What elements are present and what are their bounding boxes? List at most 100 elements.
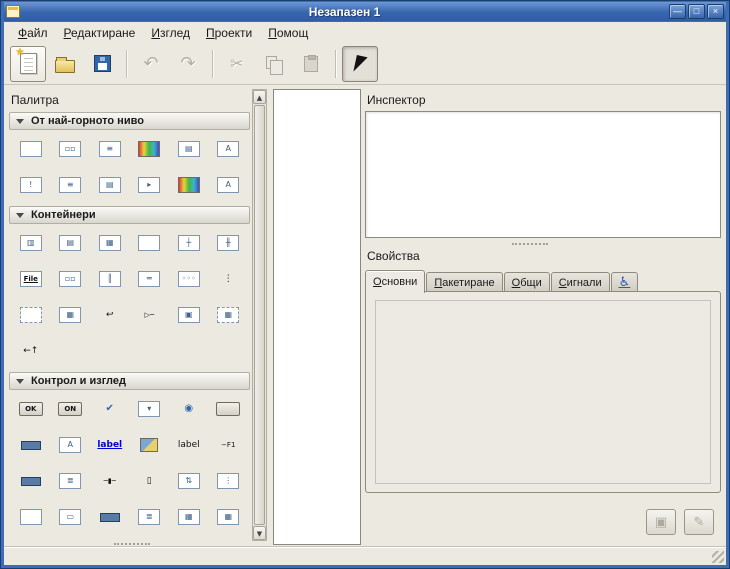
palette-item-font-selection-dialog[interactable]: A — [209, 139, 249, 159]
palette-item-text-view[interactable]: ≣ — [51, 471, 91, 491]
palette-item-about-dialog[interactable]: ≡ — [90, 139, 130, 159]
palette-section-control-and-display[interactable]: Контрол и изглед — [9, 372, 250, 390]
palette-item-handle-box[interactable]: ↩ — [90, 305, 130, 325]
palette-item-toggle-button[interactable]: ON — [51, 399, 91, 419]
palette-item-menu-widget[interactable]: ≣ — [130, 507, 170, 527]
palette-item-icon-view[interactable]: ▦ — [51, 305, 91, 325]
palette-item-assistant[interactable]: ▸ — [130, 175, 170, 195]
palette-item-splitter[interactable]: ╫ — [209, 233, 249, 253]
palette-item-hseparator[interactable] — [90, 507, 130, 527]
tab-accessibility[interactable]: ♿ — [611, 272, 639, 292]
palette-item-hbutton-box[interactable]: ◦◦◦ — [169, 269, 209, 289]
tab-common[interactable]: Общи — [504, 272, 550, 292]
close-button[interactable]: × — [707, 4, 724, 19]
palette-item-label[interactable]: label — [169, 435, 209, 455]
palette-item-hpaned[interactable]: ║ — [90, 269, 130, 289]
palette-item-radio-button[interactable]: ◉ — [169, 399, 209, 419]
palette-item-image[interactable] — [130, 435, 170, 455]
vpaned-icon: ═ — [138, 271, 160, 287]
collapse-triangle-icon — [16, 379, 24, 384]
palette-section-toplevel[interactable]: От най-горното ниво — [9, 112, 250, 130]
palette-scrollbar[interactable]: ▲ ▼ — [252, 89, 267, 541]
palette-item-menu-bar[interactable]: File — [11, 269, 51, 289]
title-bar[interactable]: Незапазен 1 —□× — [4, 2, 726, 21]
palette-item-icon-view-control[interactable]: ▦ — [169, 507, 209, 527]
inspector-tree[interactable] — [365, 111, 721, 238]
palette-item-button[interactable]: OK — [11, 399, 51, 419]
palette-item-vscale[interactable]: ▯ — [130, 471, 170, 491]
palette-item-fixed[interactable]: ┼ — [169, 233, 209, 253]
palette-item-hscale[interactable]: ─▮─ — [90, 471, 130, 491]
palette-item-link-button[interactable]: label — [90, 435, 130, 455]
undo-icon: ↶ — [143, 55, 158, 73]
redo-button[interactable]: ↷ — [170, 46, 206, 82]
palette-item-combo-box[interactable]: ▾ — [130, 399, 170, 419]
palette-item-check-button[interactable]: ✔ — [90, 399, 130, 419]
palette-item-entry[interactable] — [11, 435, 51, 455]
minimize-button[interactable]: — — [669, 4, 686, 19]
tab-general[interactable]: Основни — [365, 270, 425, 293]
maximize-button[interactable]: □ — [688, 4, 705, 19]
text-view-icon: ≣ — [59, 473, 81, 489]
palette-item-toolbar-widget[interactable]: ▫▫ — [51, 269, 91, 289]
palette-item-vpaned[interactable]: ═ — [130, 269, 170, 289]
edit-button[interactable]: ✎ — [684, 509, 714, 535]
new-button[interactable] — [10, 46, 46, 82]
palette-item-frame[interactable] — [130, 233, 170, 253]
scroll-up-icon[interactable]: ▲ — [253, 90, 266, 104]
palette-item-drawing-area[interactable] — [11, 507, 51, 527]
resize-grip[interactable] — [712, 551, 724, 563]
palette-item-input-dialog[interactable]: ≡ — [51, 175, 91, 195]
palette-item-vbox[interactable]: ▥ — [11, 233, 51, 253]
menu-item-edit[interactable]: Редактиране — [56, 24, 144, 42]
palette-item-alignment[interactable]: ←↑ — [11, 341, 51, 361]
palette-item-layout[interactable]: ▦ — [209, 305, 249, 325]
design-canvas[interactable] — [273, 89, 361, 545]
paned-grip[interactable] — [512, 243, 548, 245]
undo-button[interactable]: ↶ — [133, 46, 169, 82]
palette-item-file-chooser-button[interactable] — [209, 399, 249, 419]
palette-item-calendar[interactable]: ▦ — [209, 507, 249, 527]
open-button[interactable] — [47, 46, 83, 82]
palette-section-title: Контрол и изглед — [31, 375, 126, 387]
palette-item-window[interactable] — [11, 139, 51, 159]
palette-item-text-entry[interactable]: A — [51, 435, 91, 455]
font-selection-icon: A — [217, 177, 239, 193]
button-icon: OK — [19, 402, 43, 416]
palette-item-color-selection-dialog[interactable] — [130, 139, 170, 159]
pointer-button[interactable] — [342, 46, 378, 82]
palette-item-progress-bar[interactable] — [11, 471, 51, 491]
paste-button[interactable] — [293, 46, 329, 82]
tab-packing[interactable]: Пакетиране — [426, 272, 502, 292]
palette-item-spin-button[interactable]: ⇅ — [169, 471, 209, 491]
palette-item-hbox[interactable]: ▤ — [51, 233, 91, 253]
palette-item-accel-label[interactable]: −F1 — [209, 435, 249, 455]
palette-item-font-selection[interactable]: A — [209, 175, 249, 195]
palette-paned-grip[interactable] — [114, 543, 150, 545]
menu-item-file[interactable]: Файл — [10, 24, 56, 42]
palette-section-containers[interactable]: Контейнери — [9, 206, 250, 224]
menu-item-view[interactable]: Изглед — [143, 24, 198, 42]
palette-item-notebook[interactable]: ▭ — [51, 507, 91, 527]
menu-item-help[interactable]: Помощ — [260, 24, 316, 42]
palette-item-expander[interactable]: ▷─ — [130, 305, 170, 325]
menu-item-projects[interactable]: Проекти — [198, 24, 260, 42]
palette-item-dialog[interactable]: ▫▫ — [51, 139, 91, 159]
palette-item-viewport[interactable] — [11, 305, 51, 325]
save-button[interactable] — [84, 46, 120, 82]
scrollbar-thumb[interactable] — [254, 105, 265, 525]
combo-box-icon: ▾ — [138, 401, 160, 417]
scroll-down-icon[interactable]: ▼ — [253, 526, 266, 540]
tab-signals[interactable]: Сигнали — [551, 272, 610, 292]
palette-item-color-selection[interactable] — [169, 175, 209, 195]
cut-button[interactable]: ✂ — [219, 46, 255, 82]
palette-item-vbutton-box[interactable]: ⋮ — [209, 269, 249, 289]
palette-item-file-chooser-dialog[interactable]: ▤ — [169, 139, 209, 159]
copy-button[interactable] — [256, 46, 292, 82]
info-button[interactable]: ▣ — [646, 509, 676, 535]
palette-item-scrolled-window[interactable]: ▣ — [169, 305, 209, 325]
palette-item-vscrollbar[interactable]: ⋮ — [209, 471, 249, 491]
palette-item-table[interactable]: ▦ — [90, 233, 130, 253]
palette-item-recent-chooser-dialog[interactable]: ▤ — [90, 175, 130, 195]
palette-item-message-dialog[interactable]: ! — [11, 175, 51, 195]
